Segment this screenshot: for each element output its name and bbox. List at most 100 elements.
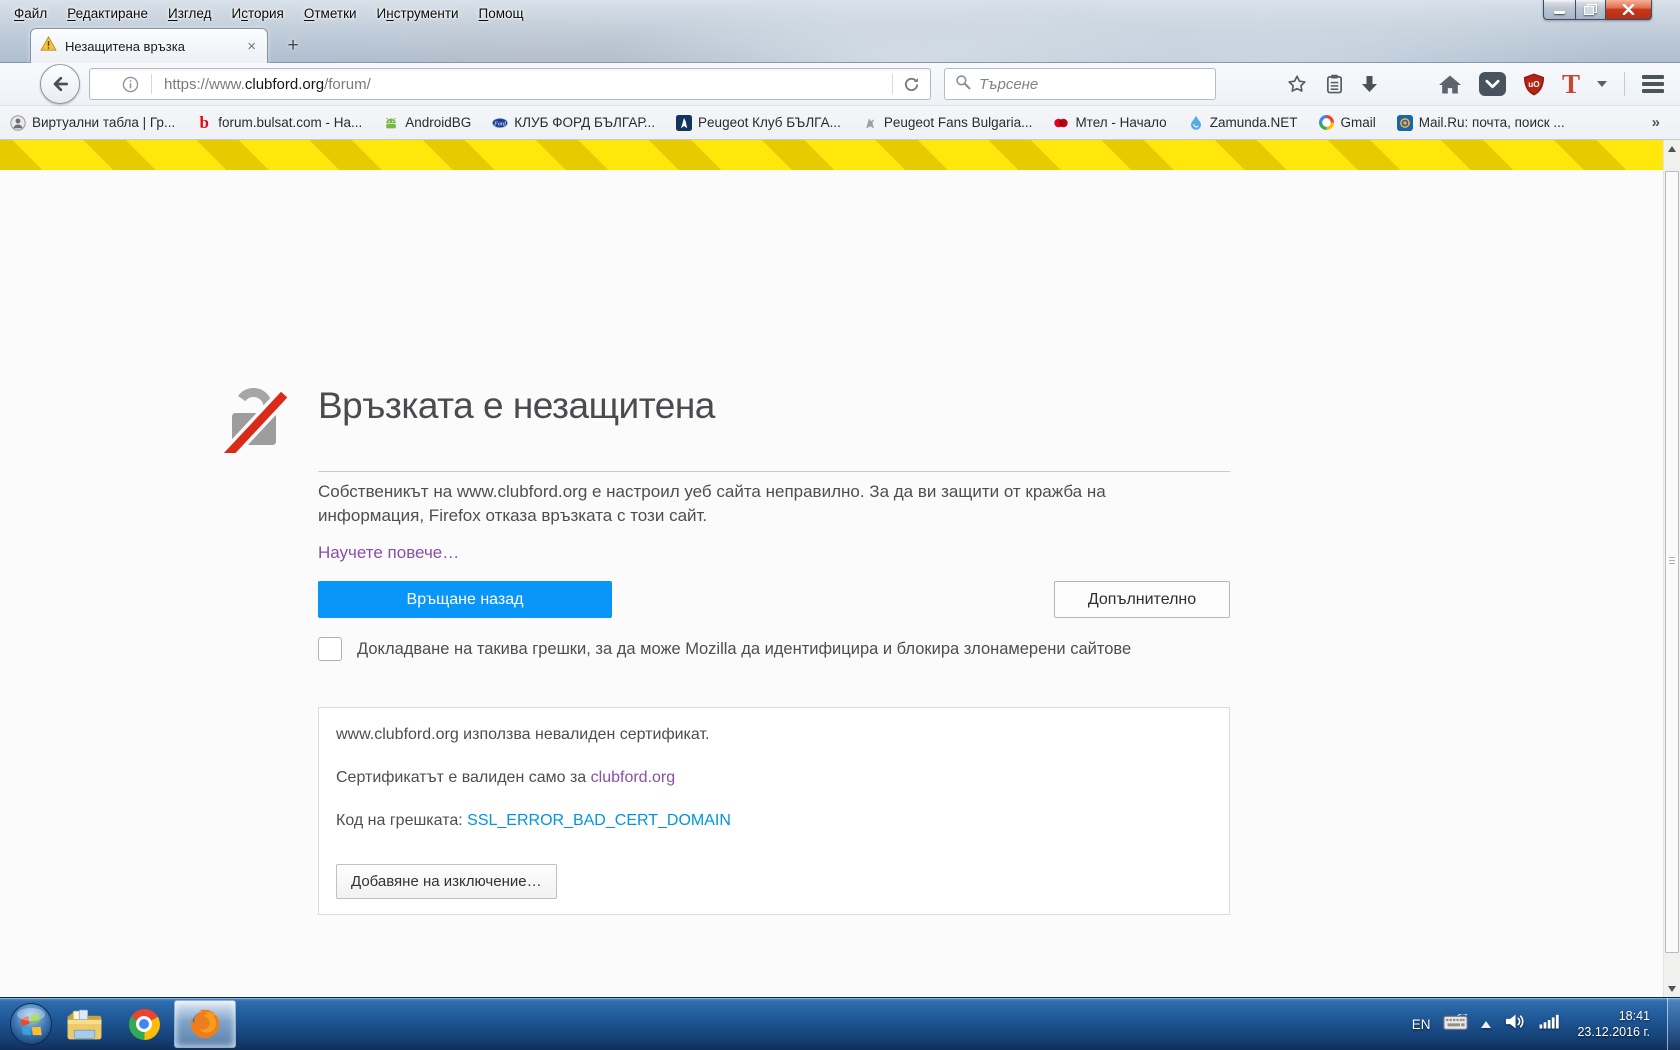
speaker-icon[interactable] bbox=[1504, 1013, 1526, 1035]
bookmark-item[interactable]: Виртуални табла | Гр... bbox=[10, 115, 175, 131]
bookmark-item[interactable]: Mail.Ru: почта, поиск ... bbox=[1397, 115, 1565, 131]
scrollbar-thumb[interactable] bbox=[1665, 171, 1679, 953]
svg-text:uO: uO bbox=[1528, 79, 1540, 88]
download-icon bbox=[1361, 75, 1378, 94]
learn-more-link[interactable]: Научете повече… bbox=[318, 543, 459, 563]
ssl-error-page: Връзката е незащитена Собственикът на ww… bbox=[318, 383, 1230, 915]
network-signal-icon[interactable] bbox=[1539, 1014, 1560, 1034]
bookmark-item[interactable]: AndroidBG bbox=[383, 115, 471, 131]
bookmark-item[interactable]: Peugeot Fans Bulgaria... bbox=[862, 115, 1033, 131]
close-window-button[interactable] bbox=[1605, 0, 1652, 20]
home-button[interactable] bbox=[1438, 74, 1462, 95]
tab-insecure-connection[interactable]: Незащитена връзка × bbox=[30, 28, 268, 63]
search-icon bbox=[955, 74, 971, 95]
desktop-screen: ФайлРедактиранеИзгледИсторияОтметкиИнстр… bbox=[0, 0, 1680, 1050]
page-scrollbar[interactable] bbox=[1663, 140, 1680, 998]
bookmark-favicon bbox=[1397, 115, 1413, 131]
go-back-button[interactable]: Връщане назад bbox=[318, 581, 612, 618]
add-exception-button[interactable]: Добавяне на изключение… bbox=[336, 864, 557, 899]
downloads-button[interactable] bbox=[1361, 75, 1378, 94]
taskbar-firefox-button[interactable] bbox=[174, 1000, 236, 1048]
bookmark-item[interactable]: Gmail bbox=[1319, 115, 1376, 131]
back-button[interactable] bbox=[40, 64, 80, 104]
language-indicator[interactable]: EN bbox=[1412, 1017, 1431, 1032]
certificate-panel: www.clubford.org използва невалиден серт… bbox=[318, 707, 1230, 915]
error-code-link[interactable]: SSL_ERROR_BAD_CERT_DOMAIN bbox=[467, 812, 731, 829]
tab-close-icon[interactable]: × bbox=[245, 39, 258, 54]
bookmark-item[interactable]: bforum.bulsat.com - На... bbox=[196, 115, 362, 131]
show-desktop-button[interactable] bbox=[1667, 998, 1680, 1050]
search-placeholder: Търсене bbox=[979, 76, 1038, 93]
tab-title: Незащитена връзка bbox=[65, 39, 237, 54]
home-icon bbox=[1438, 74, 1462, 95]
bookmarks-overflow-chevron[interactable]: » bbox=[1652, 114, 1680, 131]
pocket-button[interactable] bbox=[1479, 72, 1506, 96]
menu-item[interactable]: История bbox=[221, 2, 293, 25]
windows-taskbar: EN 18:41 23.12.2016 г. bbox=[0, 997, 1680, 1050]
restore-button[interactable] bbox=[1575, 0, 1605, 20]
red-t-extension-button[interactable]: T bbox=[1562, 71, 1580, 98]
report-checkbox-label[interactable]: Докладване на такива грешки, за да може … bbox=[357, 637, 1131, 661]
menu-button[interactable] bbox=[1642, 75, 1664, 93]
bookmark-item[interactable]: FordКЛУБ ФОРД БЪЛГАР... bbox=[492, 115, 655, 131]
bookmark-favicon bbox=[676, 115, 692, 131]
hamburger-menu-icon bbox=[1642, 75, 1664, 93]
taskbar-explorer-button[interactable] bbox=[54, 1001, 114, 1047]
taskbar-clock[interactable]: 18:41 23.12.2016 г. bbox=[1577, 1008, 1650, 1040]
menu-item[interactable]: Отметки bbox=[294, 2, 367, 25]
bookmark-star-button[interactable] bbox=[1286, 73, 1308, 95]
bookmark-item[interactable]: Мтел - Начало bbox=[1053, 115, 1166, 131]
browser-content: Връзката е незащитена Собственикът на ww… bbox=[0, 140, 1663, 998]
system-tray: EN 18:41 23.12.2016 г. bbox=[1412, 1008, 1680, 1040]
bookmark-favicon bbox=[10, 115, 26, 131]
report-checkbox[interactable] bbox=[318, 637, 342, 661]
menu-item[interactable]: Файл bbox=[4, 2, 57, 25]
menu-item[interactable]: Редактиране bbox=[57, 2, 158, 25]
cert-domain-link[interactable]: clubford.org bbox=[591, 769, 676, 786]
close-icon bbox=[1622, 4, 1635, 15]
page-title: Връзката е незащитена bbox=[318, 385, 1230, 427]
toolbar-overflow-button[interactable] bbox=[1597, 76, 1607, 92]
divider bbox=[318, 471, 1230, 472]
bookmark-favicon bbox=[383, 115, 399, 131]
url-text: https://www.clubford.org/forum/ bbox=[164, 76, 882, 93]
error-description: Собственикът на www.clubford.org е настр… bbox=[318, 480, 1163, 528]
red-t-extension-icon: T bbox=[1562, 71, 1580, 98]
keyboard-icon[interactable] bbox=[1443, 1014, 1468, 1035]
warning-icon bbox=[40, 36, 57, 56]
library-button[interactable] bbox=[1325, 73, 1344, 95]
minimize-button[interactable] bbox=[1543, 0, 1575, 20]
library-icon bbox=[1325, 73, 1344, 95]
valid-only-text: Сертификатът е валиден само за clubford.… bbox=[336, 767, 1212, 789]
bookmark-item[interactable]: Peugeot Клуб БЪЛГА... bbox=[676, 115, 841, 131]
search-box[interactable]: Търсене bbox=[944, 68, 1216, 100]
divider bbox=[151, 74, 152, 94]
menu-item[interactable]: Изглед bbox=[158, 2, 222, 25]
bookmark-favicon bbox=[862, 115, 878, 131]
taskbar-apps bbox=[0, 1000, 236, 1048]
button-row: Връщане назад Допълнително bbox=[318, 581, 1230, 618]
bookmark-favicon bbox=[1053, 115, 1069, 131]
bookmarks-list: Виртуални табла | Гр... bforum.bulsat.com… bbox=[10, 115, 1565, 131]
svg-text:Ford: Ford bbox=[493, 121, 507, 127]
invalid-cert-text: www.clubford.org използва невалиден серт… bbox=[336, 724, 1212, 746]
new-tab-button[interactable]: + bbox=[280, 36, 306, 58]
clock-time: 18:41 bbox=[1619, 1009, 1650, 1023]
advanced-button[interactable]: Допълнително bbox=[1054, 581, 1230, 618]
menu-item[interactable]: Помощ bbox=[469, 2, 534, 25]
broken-lock-icon bbox=[217, 383, 291, 458]
navigation-toolbar: https://www.clubford.org/forum/ Търсене bbox=[0, 62, 1680, 106]
ublock-button[interactable]: uO bbox=[1523, 72, 1545, 97]
menu-item[interactable]: Инструменти bbox=[367, 2, 469, 25]
bookmark-item[interactable]: Zamunda.NET bbox=[1188, 115, 1298, 131]
scroll-up-arrow[interactable] bbox=[1664, 140, 1680, 157]
divider bbox=[1624, 72, 1625, 96]
taskbar-start-button[interactable] bbox=[8, 1001, 54, 1047]
scroll-down-arrow[interactable] bbox=[1664, 981, 1680, 998]
show-hidden-icons-arrow[interactable] bbox=[1481, 1016, 1491, 1028]
reload-button[interactable] bbox=[903, 76, 930, 93]
taskbar-chrome-button[interactable] bbox=[114, 1001, 174, 1047]
url-bar[interactable]: https://www.clubford.org/forum/ bbox=[89, 68, 931, 100]
restore-icon bbox=[1584, 4, 1597, 15]
page-info-icon[interactable] bbox=[122, 76, 139, 93]
